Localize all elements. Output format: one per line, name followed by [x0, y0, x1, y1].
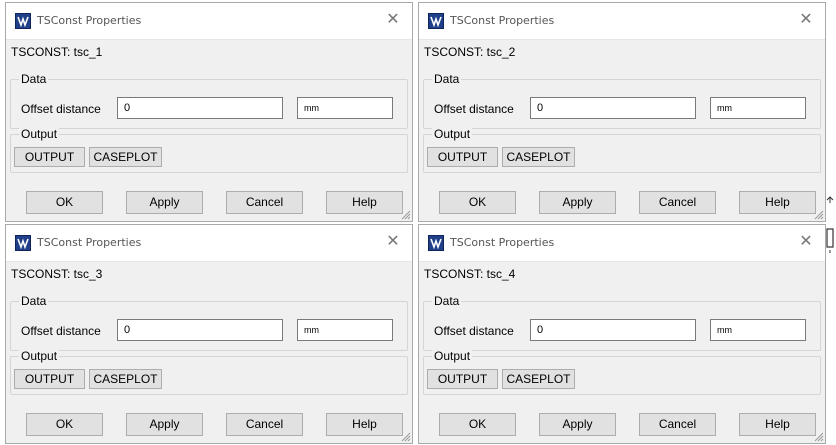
app-logo-icon [15, 13, 31, 29]
window-title: TSConst Properties [37, 14, 142, 27]
offset-distance-label: Offset distance [434, 102, 514, 116]
apply-button[interactable]: Apply [126, 191, 203, 214]
edge-resize-arrow-icon [826, 196, 834, 253]
cancel-button[interactable]: Cancel [226, 191, 303, 214]
output-group: Output OUTPUT CASEPLOT [423, 127, 821, 173]
output-group: Output OUTPUT CASEPLOT [10, 349, 408, 395]
apply-button[interactable]: Apply [126, 413, 203, 436]
data-group: Data Offset distance 0 mm [423, 294, 821, 351]
app-logo-icon [428, 235, 444, 251]
data-group: Data Offset distance 0 mm [10, 72, 408, 129]
ok-button[interactable]: OK [26, 191, 103, 214]
caseplot-button[interactable]: CASEPLOT [502, 147, 575, 167]
unit-input[interactable]: mm [297, 97, 393, 119]
data-group-label: Data [432, 72, 462, 86]
ok-button[interactable]: OK [439, 413, 516, 436]
ok-button[interactable]: OK [26, 413, 103, 436]
output-group-label: Output [19, 127, 60, 141]
offset-distance-label: Offset distance [21, 102, 101, 116]
object-label: TSCONST: tsc_3 [11, 267, 103, 281]
unit-input[interactable]: mm [710, 319, 806, 341]
resize-grip-icon[interactable] [812, 430, 824, 442]
output-group-label: Output [19, 349, 60, 363]
output-button[interactable]: OUTPUT [14, 369, 85, 389]
cancel-button[interactable]: Cancel [226, 413, 303, 436]
output-group: Output OUTPUT CASEPLOT [10, 127, 408, 173]
caseplot-button[interactable]: CASEPLOT [89, 147, 162, 167]
object-label: TSCONST: tsc_2 [424, 45, 516, 59]
title-bar[interactable]: TSConst Properties ✕ [6, 3, 412, 40]
title-bar[interactable]: TSConst Properties ✕ [419, 3, 825, 40]
title-bar[interactable]: TSConst Properties ✕ [6, 225, 412, 262]
window-title: TSConst Properties [450, 14, 555, 27]
app-logo-icon [428, 13, 444, 29]
output-button[interactable]: OUTPUT [427, 369, 498, 389]
output-group-label: Output [432, 349, 473, 363]
resize-grip-icon[interactable] [812, 208, 824, 220]
help-button[interactable]: Help [739, 413, 816, 436]
output-button[interactable]: OUTPUT [427, 147, 498, 167]
data-group: Data Offset distance 0 mm [10, 294, 408, 351]
offset-distance-input[interactable]: 0 [117, 97, 283, 119]
output-group: Output OUTPUT CASEPLOT [423, 349, 821, 395]
tsconst-dialog-4: TSConst Properties ✕ TSCONST: tsc_4 Data… [418, 224, 826, 444]
help-button[interactable]: Help [326, 413, 403, 436]
data-group-label: Data [432, 294, 462, 308]
offset-distance-input[interactable]: 0 [117, 319, 283, 341]
app-logo-icon [15, 235, 31, 251]
window-title: TSConst Properties [37, 236, 142, 249]
output-group-label: Output [432, 127, 473, 141]
object-label: TSCONST: tsc_1 [11, 45, 103, 59]
unit-input[interactable]: mm [710, 97, 806, 119]
tsconst-dialog-1: TSConst Properties ✕ TSCONST: tsc_1 Data… [5, 2, 413, 222]
offset-distance-input[interactable]: 0 [530, 97, 696, 119]
tsconst-dialog-3: TSConst Properties ✕ TSCONST: tsc_3 Data… [5, 224, 413, 444]
window-title: TSConst Properties [450, 236, 555, 249]
help-button[interactable]: Help [739, 191, 816, 214]
cancel-button[interactable]: Cancel [639, 191, 716, 214]
resize-grip-icon[interactable] [399, 430, 411, 442]
offset-distance-label: Offset distance [434, 324, 514, 338]
help-button[interactable]: Help [326, 191, 403, 214]
offset-distance-input[interactable]: 0 [530, 319, 696, 341]
data-group-label: Data [19, 294, 49, 308]
close-icon[interactable]: ✕ [797, 11, 815, 29]
close-icon[interactable]: ✕ [384, 11, 402, 29]
offset-distance-label: Offset distance [21, 324, 101, 338]
close-icon[interactable]: ✕ [384, 233, 402, 251]
close-icon[interactable]: ✕ [797, 233, 815, 251]
data-group: Data Offset distance 0 mm [423, 72, 821, 129]
data-group-label: Data [19, 72, 49, 86]
output-button[interactable]: OUTPUT [14, 147, 85, 167]
apply-button[interactable]: Apply [539, 191, 616, 214]
unit-input[interactable]: mm [297, 319, 393, 341]
object-label: TSCONST: tsc_4 [424, 267, 516, 281]
cancel-button[interactable]: Cancel [639, 413, 716, 436]
tsconst-dialog-2: TSConst Properties ✕ TSCONST: tsc_2 Data… [418, 2, 826, 222]
resize-grip-icon[interactable] [399, 208, 411, 220]
caseplot-button[interactable]: CASEPLOT [502, 369, 575, 389]
ok-button[interactable]: OK [439, 191, 516, 214]
caseplot-button[interactable]: CASEPLOT [89, 369, 162, 389]
title-bar[interactable]: TSConst Properties ✕ [419, 225, 825, 262]
apply-button[interactable]: Apply [539, 413, 616, 436]
